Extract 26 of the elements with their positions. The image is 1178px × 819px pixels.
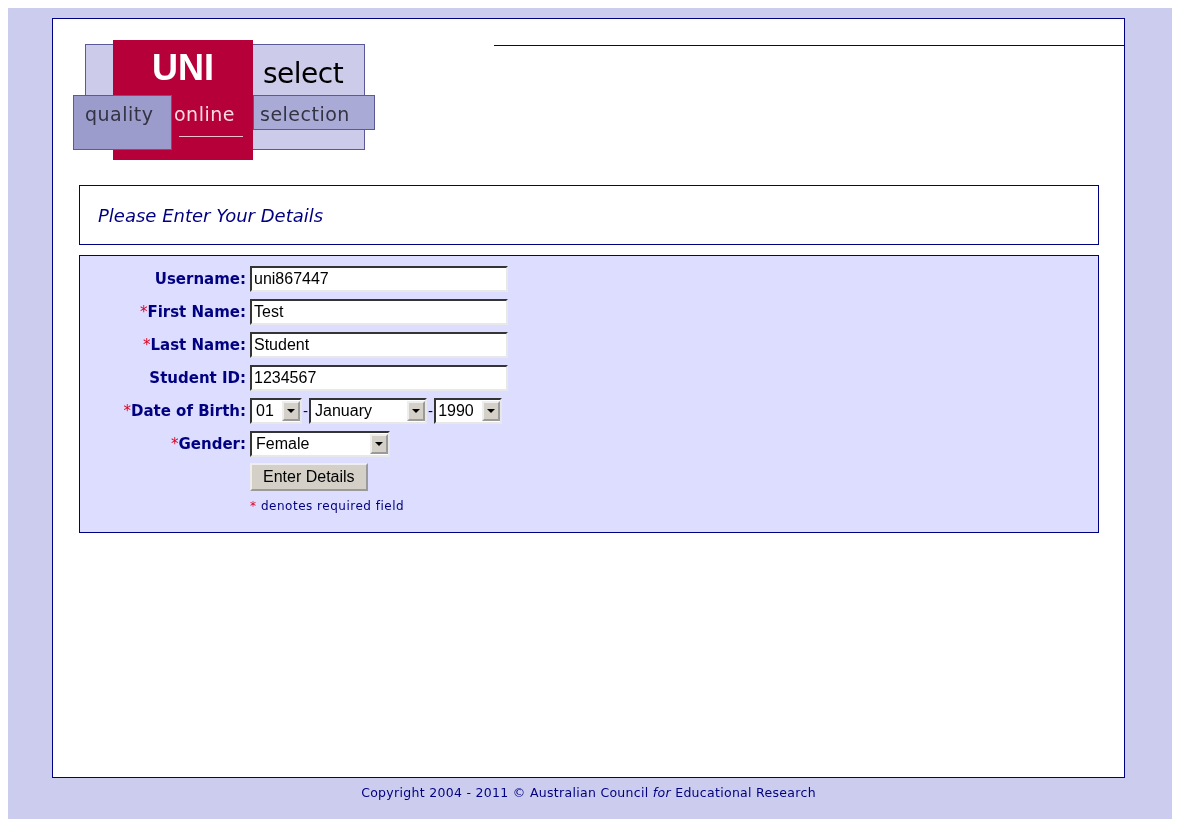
required-asterisk: * (250, 499, 256, 513)
field-label: Username: (154, 270, 246, 288)
required-asterisk: * (171, 435, 179, 453)
field-label: Gender: (178, 435, 246, 453)
dropdown[interactable]: Female (250, 431, 390, 457)
date-separator: - (302, 403, 310, 419)
dropdown[interactable]: 1990 (434, 398, 503, 424)
field-label: Last Name: (150, 336, 246, 354)
required-asterisk: * (139, 303, 148, 321)
input-field[interactable]: Student (250, 332, 508, 358)
input-field[interactable]: 1234567 (250, 365, 508, 391)
required-note: denotes required field (261, 499, 405, 513)
field-label: Date of Birth: (131, 402, 246, 420)
logo: UNI select quality online selection (73, 40, 375, 160)
enter-details-button[interactable]: Enter Details (250, 463, 368, 491)
field-label: Student ID: (149, 369, 246, 387)
required-asterisk: * (123, 402, 131, 420)
dropdown[interactable]: 01 (250, 398, 302, 424)
copyright-text: Copyright 2004 - 2011 © Australian Council for Educational Research (360, 785, 817, 800)
input-field[interactable]: uni867447 (250, 266, 508, 292)
dropdown[interactable]: January (309, 398, 428, 424)
page-heading: Please Enter Your Details (98, 204, 324, 226)
date-separator: - (427, 403, 435, 419)
field-label: First Name: (147, 303, 246, 321)
input-field[interactable]: Test (250, 299, 508, 325)
required-asterisk: * (143, 336, 151, 354)
